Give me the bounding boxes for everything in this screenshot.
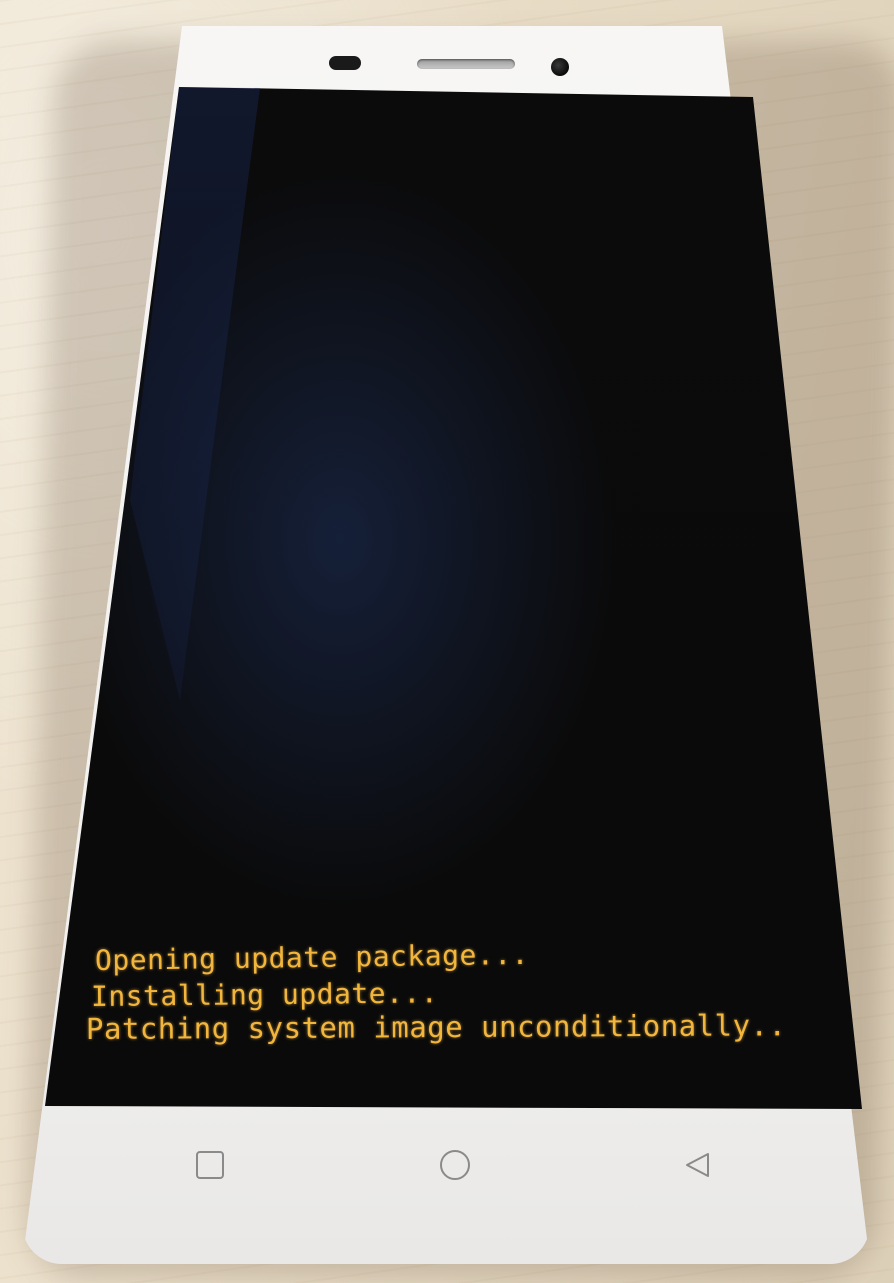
triangle-left-icon [686,1153,709,1177]
navigation-bar [0,0,894,1283]
home-button[interactable] [440,1150,472,1182]
square-icon [196,1151,224,1179]
back-button[interactable] [683,1150,715,1182]
circle-icon [440,1150,470,1180]
recent-apps-button[interactable] [196,1151,224,1179]
